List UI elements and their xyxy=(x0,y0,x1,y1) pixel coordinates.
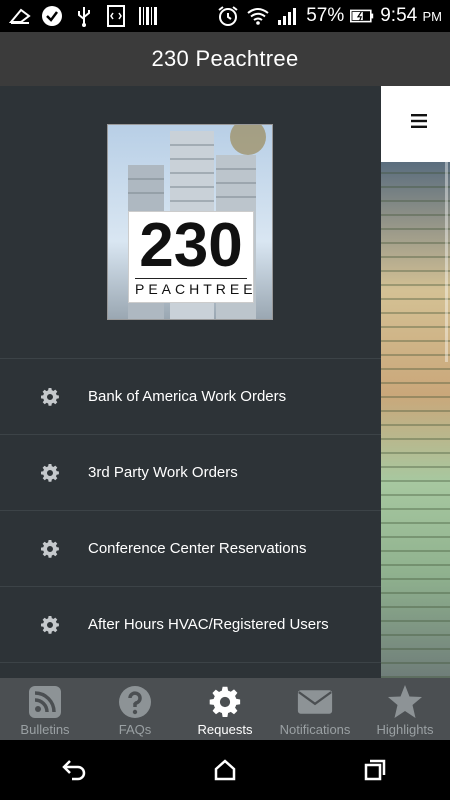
system-nav-bar xyxy=(0,740,450,800)
page-title: 230 Peachtree xyxy=(151,46,299,71)
content-header xyxy=(381,86,450,162)
bottom-tab-bar: Bulletins FAQs Requests Notifications Hi… xyxy=(0,678,450,740)
status-bar: 57% 9:54 PM xyxy=(0,0,450,32)
check-badge-icon xyxy=(40,4,64,28)
eraser-icon xyxy=(8,4,32,28)
building-logo: 230 PEACHTREE xyxy=(107,124,273,320)
tab-notifications[interactable]: Notifications xyxy=(270,678,360,740)
scrollbar[interactable] xyxy=(445,162,448,362)
back-icon xyxy=(62,760,86,781)
app-bar: 230 Peachtree xyxy=(0,32,450,86)
menu-item-after-hours-hvac[interactable]: After Hours HVAC/Registered Users xyxy=(0,587,381,663)
gear-icon xyxy=(40,615,60,635)
tab-label: Highlights xyxy=(376,722,434,737)
menu-item-conference-center-reservations[interactable]: Conference Center Reservations xyxy=(0,511,381,587)
tab-faqs[interactable]: FAQs xyxy=(90,678,180,740)
battery-charging-icon xyxy=(350,4,374,28)
rss-icon xyxy=(27,684,63,720)
clock: 9:54 PM xyxy=(380,5,442,26)
tab-label: Notifications xyxy=(279,722,351,737)
notification-icons xyxy=(8,4,160,28)
tab-highlights[interactable]: Highlights xyxy=(360,678,450,740)
home-icon xyxy=(214,759,236,781)
tab-label: FAQs xyxy=(118,722,152,737)
gear-icon xyxy=(207,684,243,720)
gear-icon xyxy=(40,387,60,407)
menu-item-label: 3rd Party Work Orders xyxy=(88,464,238,481)
question-icon xyxy=(117,684,153,720)
tab-requests[interactable]: Requests xyxy=(180,678,270,740)
menu-item-3rd-party-work-orders[interactable]: 3rd Party Work Orders xyxy=(0,435,381,511)
menu-item-label: Bank of America Work Orders xyxy=(88,388,287,405)
star-icon xyxy=(387,684,423,720)
drawer-menu: Bank of America Work Orders 3rd Party Wo… xyxy=(0,358,381,663)
logo-text: 230 PEACHTREE xyxy=(128,211,254,303)
hamburger-menu-icon[interactable] xyxy=(411,114,427,128)
barcode-icon xyxy=(136,4,160,28)
recent-apps-icon xyxy=(364,759,386,781)
alarm-icon xyxy=(216,4,240,28)
battery-percent: 57% xyxy=(306,5,345,26)
tab-bulletins[interactable]: Bulletins xyxy=(0,678,90,740)
usb-icon xyxy=(72,4,96,28)
menu-item-label: After Hours HVAC/Registered Users xyxy=(88,616,329,633)
building-photo xyxy=(381,162,450,678)
tab-label: Requests xyxy=(197,722,253,737)
menu-item-label: Conference Center Reservations xyxy=(88,540,307,557)
navigation-drawer: 230 PEACHTREE Bank of America Work Order… xyxy=(0,86,381,678)
gear-icon xyxy=(40,463,60,483)
back-button[interactable] xyxy=(55,750,95,790)
wifi-icon xyxy=(246,4,270,28)
recent-apps-button[interactable] xyxy=(355,750,395,790)
menu-item-bank-of-america-work-orders[interactable]: Bank of America Work Orders xyxy=(0,359,381,435)
main-content-peek[interactable] xyxy=(381,86,450,678)
home-button[interactable] xyxy=(205,750,245,790)
tab-label: Bulletins xyxy=(20,722,70,737)
code-file-icon xyxy=(104,4,128,28)
system-status: 57% 9:54 PM xyxy=(216,4,442,28)
envelope-icon xyxy=(297,684,333,720)
gear-icon xyxy=(40,539,60,559)
signal-icon xyxy=(276,4,300,28)
